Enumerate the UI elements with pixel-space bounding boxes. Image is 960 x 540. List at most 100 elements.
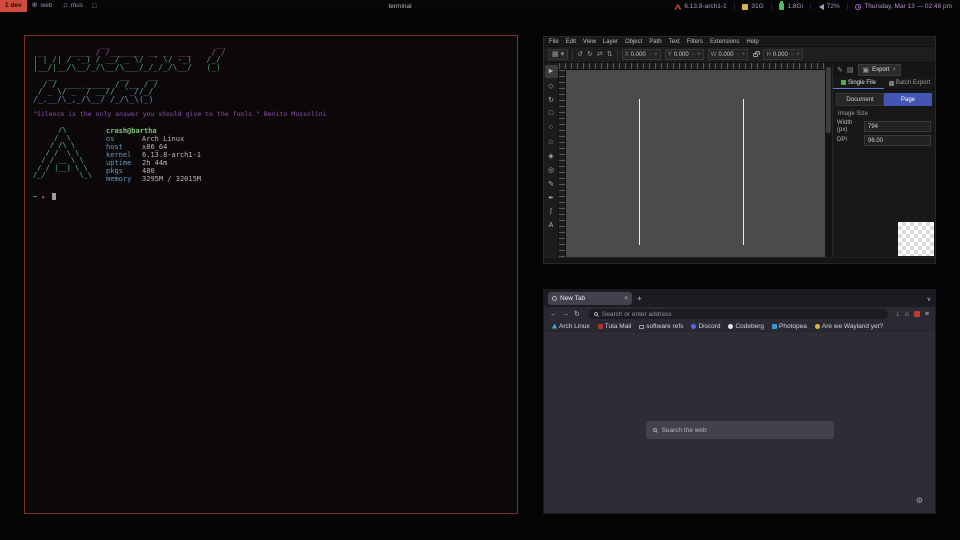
shape-builder-tool[interactable]: ↻ xyxy=(545,93,558,106)
flip-horizontal-icon[interactable]: ⇄ xyxy=(597,51,603,58)
objects-dialog-icon[interactable]: ✎ xyxy=(837,66,843,74)
document-button[interactable]: Document xyxy=(836,93,884,106)
spin-plus-icon[interactable]: + xyxy=(742,52,746,58)
page-border-right xyxy=(743,99,744,245)
downloads-icon[interactable]: ↓ xyxy=(896,311,900,318)
inkscape-window[interactable]: File Edit View Layer Object Path Text Fi… xyxy=(543,36,936,264)
status-modules: 6.13.8-arch1-1 | 31G | 1.8Gi | 72% | Thu… xyxy=(671,0,960,12)
prompt-symbol: ▸ xyxy=(41,193,45,201)
new-tab-page: Search the web ⚙ xyxy=(544,332,935,513)
back-icon[interactable]: ← xyxy=(550,311,557,318)
photopea-favicon xyxy=(772,324,777,329)
rotate-ccw-icon[interactable]: ↺ xyxy=(577,51,583,58)
menu-help[interactable]: Help xyxy=(746,39,758,45)
new-tab-button[interactable]: + xyxy=(637,294,642,303)
grid-icon: ▦ xyxy=(552,51,559,58)
menu-edit[interactable]: Edit xyxy=(566,39,576,45)
pencil-tool[interactable]: ✎ xyxy=(545,177,558,190)
x-coordinate-spinbox[interactable]: X 0.000 − + xyxy=(622,49,661,60)
box3d-tool[interactable]: ◈ xyxy=(545,149,558,162)
menu-text[interactable]: Text xyxy=(669,39,680,45)
memory-icon xyxy=(779,3,784,10)
web-search-input[interactable]: Search the web xyxy=(646,421,834,439)
layout-indicator-icon[interactable]: □ xyxy=(88,3,100,10)
text-tool[interactable]: A xyxy=(545,219,558,232)
menu-object[interactable]: Object xyxy=(625,39,642,45)
list-tabs-chevron-icon[interactable]: ∨ xyxy=(927,296,931,303)
rectangle-tool[interactable]: □ xyxy=(545,107,558,120)
reload-icon[interactable]: ↻ xyxy=(574,310,580,318)
tab-batch-export[interactable]: Batch Export xyxy=(884,77,935,89)
workspace-tag-mus[interactable]: ♫ mus xyxy=(57,0,88,12)
browser-tab[interactable]: New Tab × xyxy=(548,292,632,305)
spin-plus-icon[interactable]: + xyxy=(697,52,701,58)
star-tool[interactable]: ☆ xyxy=(545,135,558,148)
spin-minus-icon[interactable]: − xyxy=(791,52,795,58)
spin-plus-icon[interactable]: + xyxy=(654,52,658,58)
pen-tool[interactable]: ✒ xyxy=(545,191,558,204)
calligraphy-tool[interactable]: ∫ xyxy=(545,205,558,218)
lock-ratio-icon[interactable] xyxy=(753,53,758,57)
close-icon[interactable]: × xyxy=(892,67,896,73)
close-tab-icon[interactable]: × xyxy=(624,295,628,302)
extension-icon[interactable] xyxy=(914,311,920,317)
bookmark-arch-linux[interactable]: Arch Linux xyxy=(552,323,590,330)
fetch-row-pkgs: pkgs480 xyxy=(106,167,201,175)
inkscape-menubar: File Edit View Layer Object Path Text Fi… xyxy=(544,37,935,46)
y-coordinate-spinbox[interactable]: Y 0.000 − + xyxy=(665,49,704,60)
bookmark-are-we-wayland-yet[interactable]: Are we Wayland yet? xyxy=(815,323,883,330)
ascii-art-line: /_.__/\_,_/\__/ /_/\_\(_) xyxy=(33,96,509,104)
tab-single-file[interactable]: Single File xyxy=(833,77,884,89)
export-dialog-tab[interactable]: ▣ Export × xyxy=(858,64,901,76)
bookmark-folder-software-refs[interactable]: software refs xyxy=(639,323,683,330)
menu-path[interactable]: Path xyxy=(649,39,661,45)
spin-plus-icon[interactable]: + xyxy=(796,52,800,58)
spiral-tool[interactable]: ◎ xyxy=(545,163,558,176)
menu-filters[interactable]: Filters xyxy=(687,39,703,45)
dpi-field-input[interactable]: 96.00 xyxy=(864,135,931,146)
menu-extensions[interactable]: Extensions xyxy=(710,39,739,45)
layers-dialog-icon[interactable]: ▤ xyxy=(847,66,854,74)
memory-module: 1.8Gi xyxy=(779,3,803,10)
canvas-vertical-scrollbar[interactable] xyxy=(825,63,832,257)
arch-icon xyxy=(674,4,681,10)
inkscape-canvas[interactable] xyxy=(566,70,825,257)
rotate-cw-icon[interactable]: ↻ xyxy=(587,51,593,58)
browser-tab-bar: New Tab × + ∨ xyxy=(544,290,935,307)
bookmark-tuta-mail[interactable]: Tuta Mail xyxy=(598,323,632,330)
workspace-tag-dev[interactable]: 1 dev xyxy=(0,0,27,12)
width-spinbox[interactable]: W 0.000 − + xyxy=(708,49,749,60)
spin-minus-icon[interactable]: − xyxy=(649,52,653,58)
page-button[interactable]: Page xyxy=(884,93,932,106)
url-bar[interactable]: Search or enter address xyxy=(588,309,888,319)
ellipse-tool[interactable]: ○ xyxy=(545,121,558,134)
workspace-tag-web[interactable]: ⊕ web xyxy=(27,0,58,12)
personalize-gear-icon[interactable]: ⚙ xyxy=(916,496,923,505)
node-tool[interactable]: ◇ xyxy=(545,79,558,92)
spin-minus-icon[interactable]: − xyxy=(736,52,740,58)
menu-view[interactable]: View xyxy=(583,39,596,45)
selector-tool[interactable]: ► xyxy=(545,65,558,78)
home-icon[interactable]: ⌂ xyxy=(905,311,909,318)
flip-vertical-icon[interactable]: ⇅ xyxy=(607,51,613,58)
forward-icon[interactable]: → xyxy=(562,311,569,318)
menu-layer[interactable]: Layer xyxy=(603,39,618,45)
browser-window[interactable]: New Tab × + ∨ ← → ↻ Search or enter addr… xyxy=(543,289,936,514)
bookmark-discord[interactable]: Discord xyxy=(691,323,720,330)
bookmark-codeberg[interactable]: Codeberg xyxy=(728,323,764,330)
selection-mode-dropdown[interactable]: ▦ ▾ xyxy=(548,49,568,60)
toolbar-separator xyxy=(572,50,573,60)
dpi-field-label: DPI xyxy=(837,137,861,144)
volume-module: 72% xyxy=(819,3,840,10)
shell-prompt[interactable]: ~ ▸ xyxy=(33,193,509,201)
menu-hamburger-icon[interactable]: ≡ xyxy=(925,311,929,318)
batch-image-icon xyxy=(889,81,894,86)
scrollbar-thumb[interactable] xyxy=(826,67,831,133)
spin-minus-icon[interactable]: − xyxy=(692,52,696,58)
terminal-window[interactable]: __ __ _ ____ / /______ __ _ ___ / / | | … xyxy=(24,35,518,514)
menu-file[interactable]: File xyxy=(549,39,559,45)
fetch-row-host: hostx86_64 xyxy=(106,143,201,151)
width-field-input[interactable]: 794 xyxy=(864,121,931,132)
bookmark-photopea[interactable]: Photopea xyxy=(772,323,807,330)
height-spinbox[interactable]: H 0.000 − + xyxy=(763,49,802,60)
